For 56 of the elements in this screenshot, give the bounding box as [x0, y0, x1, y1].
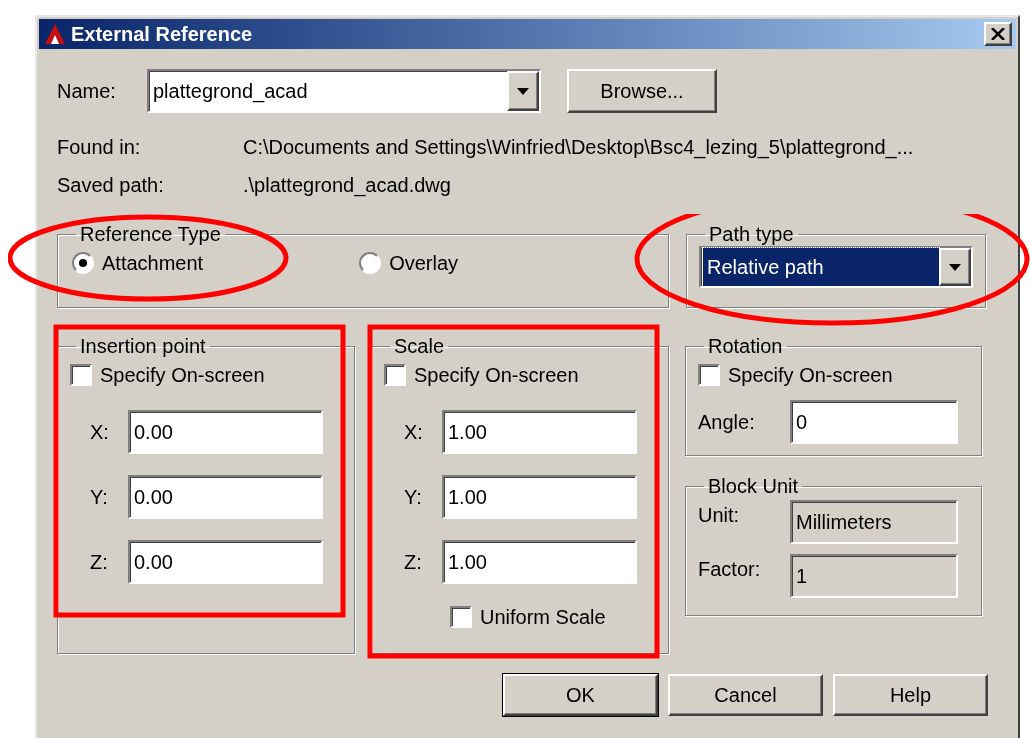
field-label: Angle:: [698, 410, 756, 435]
group-title: Block Unit: [707, 474, 800, 498]
checkbox-label: Specify On-screen: [414, 363, 579, 388]
group-title: Rotation: [707, 334, 784, 358]
radio-button[interactable]: [72, 252, 94, 274]
path-type-dropdown[interactable]: Relative path: [699, 246, 973, 288]
name-dropdown[interactable]: plattegrond_acad: [147, 69, 541, 113]
input-field[interactable]: 0: [790, 400, 958, 444]
radio-label: Overlay: [389, 251, 459, 276]
field-label: X:: [89, 420, 110, 445]
field-label: Y:: [403, 485, 423, 510]
field-label: Z:: [403, 550, 423, 575]
field-label: Z:: [89, 550, 109, 575]
checkbox-label: Specify On-screen: [100, 363, 265, 388]
group-title: Reference Type: [79, 222, 222, 246]
radio-button[interactable]: [359, 252, 382, 274]
field-label: X:: [403, 420, 424, 445]
input-field[interactable]: 0.00: [128, 540, 323, 584]
group-title: Scale: [393, 334, 446, 358]
input-field: 1: [790, 554, 958, 598]
dropdown-button[interactable]: [507, 71, 539, 111]
caret-icon: [949, 263, 961, 271]
dialog-button[interactable]: OK: [503, 674, 658, 716]
input-field[interactable]: 0.00: [128, 410, 323, 454]
input-field[interactable]: 1.00: [442, 475, 637, 519]
input-field[interactable]: 1.00: [442, 540, 637, 584]
checkbox[interactable]: [384, 364, 406, 386]
browse-button[interactable]: Browse...: [567, 69, 717, 113]
checkbox[interactable]: [450, 606, 472, 628]
dropdown-button[interactable]: [939, 248, 971, 286]
checkbox[interactable]: [70, 364, 92, 386]
field-label: Unit:: [698, 503, 741, 528]
checkbox-label: Uniform Scale: [480, 605, 606, 630]
field-label: Y:: [89, 485, 109, 510]
close-button[interactable]: [984, 22, 1012, 46]
info-label: Saved path:: [57, 173, 165, 198]
input-field[interactable]: 0.00: [128, 475, 323, 519]
checkbox-label: Specify On-screen: [728, 363, 893, 388]
app-logo-icon: [43, 23, 67, 45]
close-icon: [991, 28, 1005, 40]
caret-icon: [517, 87, 529, 95]
input-field[interactable]: 1.00: [442, 410, 637, 454]
radio-label: Attachment: [102, 251, 204, 276]
info-value: .\plattegrond_acad.dwg: [243, 173, 451, 199]
info-label: Found in:: [57, 135, 142, 160]
field-label: Factor:: [698, 557, 762, 582]
dialog-button[interactable]: Cancel: [668, 674, 823, 716]
group-title: Path type: [708, 222, 795, 246]
input-field: Millimeters: [790, 500, 958, 544]
dialog-button[interactable]: Help: [833, 674, 988, 716]
window-title: External Reference: [71, 22, 253, 47]
info-value: C:\Documents and Settings\Winfried\Desktop\Bsc4_lezing_5\plattegrond_...: [243, 135, 914, 161]
name-label: Name:: [57, 79, 117, 104]
group-title: Insertion point: [79, 334, 207, 358]
dropdown-value: Relative path: [703, 248, 939, 286]
checkbox[interactable]: [698, 364, 720, 386]
